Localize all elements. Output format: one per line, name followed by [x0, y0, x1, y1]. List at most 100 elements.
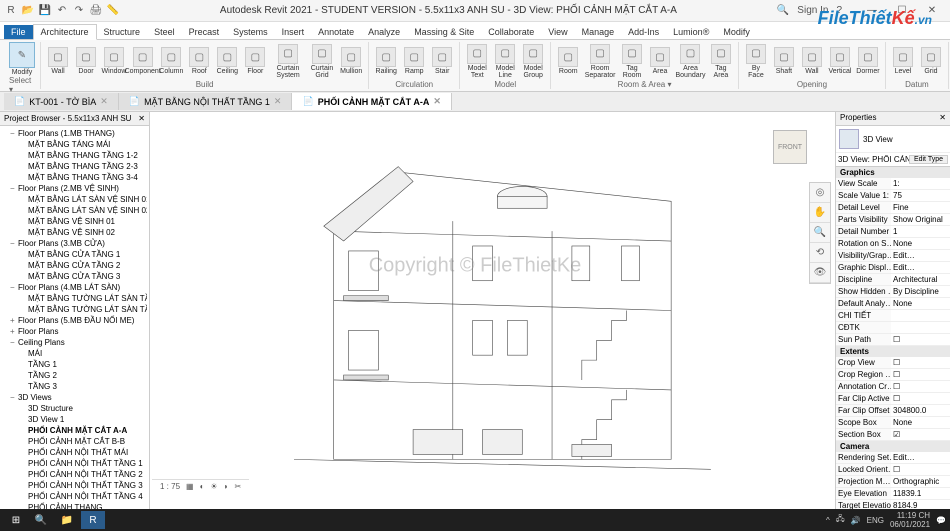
level-button[interactable]: ▢Level	[891, 47, 915, 75]
property-row[interactable]: Crop View☐	[836, 357, 950, 369]
tree-node[interactable]: PHỐI CẢNH THANG	[2, 502, 147, 509]
ribbon-tab-manage[interactable]: Manage	[575, 25, 622, 39]
document-tab[interactable]: 📄PHỐI CẢNH MẶT CẮT A-A✕	[292, 93, 451, 110]
tree-node[interactable]: TẦNG 2	[2, 370, 147, 381]
tree-node[interactable]: MẶT BẰNG THANG TẦNG 1-2	[2, 150, 147, 161]
floor-button[interactable]: ▢Floor	[243, 47, 267, 75]
property-row[interactable]: View Scale1:	[836, 178, 950, 190]
tree-node[interactable]: −Floor Plans (1.MB THANG)	[2, 128, 147, 139]
tree-node[interactable]: MẶT BẰNG THANG TẦNG 3-4	[2, 172, 147, 183]
tray-notifications-icon[interactable]: 💬	[936, 516, 946, 525]
modify-button[interactable]: ✎Modify	[9, 42, 35, 76]
redo-icon[interactable]: ↷	[72, 4, 86, 18]
tree-node[interactable]: −Ceiling Plans	[2, 337, 147, 348]
property-row[interactable]: Locked Orient…☐	[836, 464, 950, 476]
roof-button[interactable]: ▢Roof	[187, 47, 211, 75]
tray-chevron-icon[interactable]: ^	[826, 516, 830, 525]
property-row[interactable]: Target Elevation8184.9	[836, 500, 950, 509]
property-row[interactable]: Scope BoxNone	[836, 417, 950, 429]
shadows-icon[interactable]: ◗	[224, 482, 229, 491]
grid-button[interactable]: ▢Grid	[919, 47, 943, 75]
zoom-icon[interactable]: 🔍	[810, 223, 830, 243]
property-row[interactable]: Rendering Set…Edit…	[836, 452, 950, 464]
document-tab[interactable]: 📄MẶT BẰNG NỘI THẤT TẦNG 1✕	[119, 93, 293, 110]
crop-icon[interactable]: ✂	[234, 482, 241, 491]
tree-node[interactable]: PHỐI CẢNH NỘI THẤT TẦNG 2	[2, 469, 147, 480]
task-explorer-icon[interactable]: 📁	[55, 511, 79, 529]
property-row[interactable]: Far Clip Offset304800.0	[836, 405, 950, 417]
ribbon-tab-precast[interactable]: Precast	[182, 25, 227, 39]
ribbon-tab-modify[interactable]: Modify	[716, 25, 757, 39]
tree-node[interactable]: +Floor Plans (5.MB ĐẦU NỐI ME)	[2, 315, 147, 326]
tree-node[interactable]: MẶT BẰNG TÁNG MÁI	[2, 139, 147, 150]
tray-volume-icon[interactable]: 🔊	[851, 516, 861, 525]
viewport[interactable]: FRONT ◎ ✋ 🔍 ⟲ 👁	[150, 112, 835, 509]
pan-icon[interactable]: ✋	[810, 203, 830, 223]
tree-node[interactable]: MẶT BẰNG CỬA TẦNG 2	[2, 260, 147, 271]
tree-node[interactable]: 3D Structure	[2, 403, 147, 414]
door-button[interactable]: ▢Door	[74, 47, 98, 75]
property-row[interactable]: Detail Number1	[836, 226, 950, 238]
tree-node[interactable]: PHỐI CẢNH NỘI THẤT MÁI	[2, 447, 147, 458]
stair-button[interactable]: ▢Stair	[430, 47, 454, 75]
property-row[interactable]: Section Box☑	[836, 429, 950, 441]
tree-node[interactable]: PHỐI CẢNH NỘI THẤT TẦNG 1	[2, 458, 147, 469]
tree-node[interactable]: MẶT BẰNG TƯỜNG LÁT SÀN TẦNG 2	[2, 304, 147, 315]
vertical-button[interactable]: ▢Vertical	[828, 47, 852, 75]
view-control-bar[interactable]: 1 : 75 ▦ ◐ ☀ ◗ ✂	[152, 479, 249, 493]
search-icon[interactable]: 🔍	[777, 5, 789, 16]
ribbon-tab-addins[interactable]: Add-Ins	[621, 25, 666, 39]
property-row[interactable]: Sun Path☐	[836, 334, 950, 346]
orbit-icon[interactable]: ⟲	[810, 243, 830, 263]
ribbon-tab-insert[interactable]: Insert	[275, 25, 312, 39]
lookat-icon[interactable]: 👁	[810, 263, 830, 283]
model-text-button[interactable]: ▢Model Text	[465, 44, 489, 79]
tag-room-button[interactable]: ▢Tag Room	[620, 44, 644, 79]
tree-node[interactable]: TẦNG 1	[2, 359, 147, 370]
property-row[interactable]: Scale Value 1:75	[836, 190, 950, 202]
ribbon-tab-collaborate[interactable]: Collaborate	[481, 25, 541, 39]
property-row[interactable]: Far Clip Active☐	[836, 393, 950, 405]
dormer-button[interactable]: ▢Dormer	[856, 47, 880, 75]
start-button[interactable]: ⊞	[4, 511, 28, 529]
property-row[interactable]: Show Hidden …By Discipline	[836, 286, 950, 298]
ribbon-tab-annotate[interactable]: Annotate	[311, 25, 361, 39]
print-icon[interactable]: 🖨	[89, 4, 103, 18]
curtain-system-button[interactable]: ▢Curtain System	[271, 44, 305, 79]
ribbon-tab-structure[interactable]: Structure	[97, 25, 148, 39]
close-panel-icon[interactable]: ✕	[939, 113, 946, 124]
tree-node[interactable]: TẦNG 3	[2, 381, 147, 392]
task-search-icon[interactable]: 🔍	[29, 511, 53, 529]
tree-node[interactable]: PHỐI CẢNH NỘI THẤT TẦNG 4	[2, 491, 147, 502]
ceiling-button[interactable]: ▢Ceiling	[215, 47, 239, 75]
tray-clock[interactable]: 11:19 CH06/01/2021	[890, 511, 930, 529]
wall-button[interactable]: ▢Wall	[800, 47, 824, 75]
windows-taskbar[interactable]: ⊞ 🔍 📁 R ^ 🖧 🔊 ENG 11:19 CH06/01/2021 💬	[0, 509, 950, 531]
close-tab-icon[interactable]: ✕	[433, 96, 441, 107]
ribbon-tab-lumion[interactable]: Lumion®	[666, 25, 716, 39]
tray-network-icon[interactable]: 🖧	[836, 513, 845, 527]
navigation-bar[interactable]: ◎ ✋ 🔍 ⟲ 👁	[809, 182, 831, 284]
close-tab-icon[interactable]: ✕	[274, 96, 282, 107]
property-row[interactable]: DisciplineArchitectural	[836, 274, 950, 286]
area-boundary-button[interactable]: ▢Area Boundary	[676, 44, 705, 79]
curtain-grid-button[interactable]: ▢Curtain Grid	[309, 44, 335, 79]
wall-button[interactable]: ▢Wall	[46, 47, 70, 75]
model-line-button[interactable]: ▢Model Line	[493, 44, 517, 79]
close-panel-icon[interactable]: ✕	[138, 114, 145, 123]
tray-lang[interactable]: ENG	[867, 516, 884, 525]
area-button[interactable]: ▢Area	[648, 47, 672, 75]
property-row[interactable]: Graphic Displ…Edit…	[836, 262, 950, 274]
close-tab-icon[interactable]: ✕	[100, 96, 108, 107]
property-row[interactable]: CĐTK	[836, 322, 950, 334]
tree-node[interactable]: PHỐI CẢNH MẶT CẮT B-B	[2, 436, 147, 447]
property-row[interactable]: Eye Elevation11839.1	[836, 488, 950, 500]
room-button[interactable]: ▢Room	[556, 47, 580, 75]
tree-node[interactable]: MÁI	[2, 348, 147, 359]
ribbon-tab-architecture[interactable]: Architecture	[33, 24, 97, 40]
component-button[interactable]: ▢Component	[130, 47, 155, 75]
property-row[interactable]: Rotation on S…None	[836, 238, 950, 250]
property-row[interactable]: Visibility/Grap…Edit…	[836, 250, 950, 262]
detail-icon[interactable]: ▦	[186, 482, 194, 491]
tree-node[interactable]: MẶT BẰNG CỬA TẦNG 3	[2, 271, 147, 282]
